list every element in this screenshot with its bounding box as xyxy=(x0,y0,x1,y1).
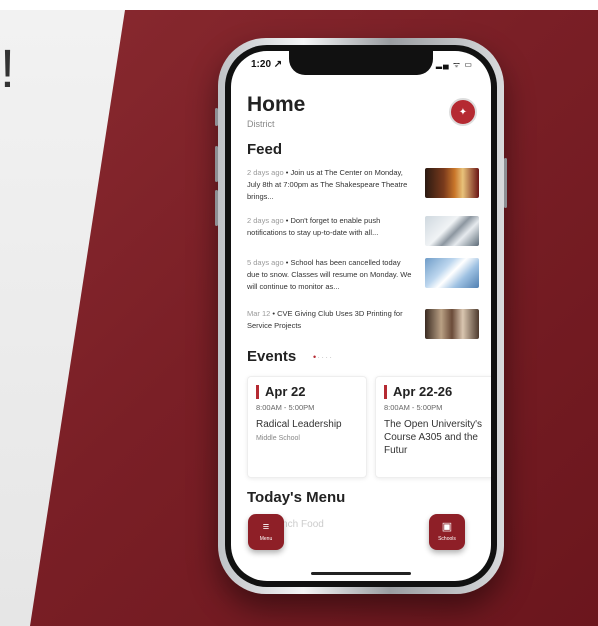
feed-section-title: Feed xyxy=(247,141,283,158)
volume-down-button xyxy=(215,190,218,226)
status-icons: ▂▄ ᯤ ▭ xyxy=(435,60,473,69)
feed-item[interactable]: 5 days ago • School has been cancelled t… xyxy=(247,257,479,297)
volume-up-button xyxy=(215,146,218,182)
menu-section-title: Today's Menu xyxy=(247,489,346,506)
events-pagination-dots[interactable]: •···· xyxy=(313,352,333,362)
feed-item-thumbnail xyxy=(425,258,479,288)
power-button xyxy=(504,158,507,208)
menu-button[interactable]: ≡ Menu xyxy=(248,514,284,550)
schools-button[interactable]: ▣ Schools xyxy=(429,514,465,550)
app-screen: 1:20 ↗ ▂▄ ᯤ ▭ Home District ✦ Feed 2 day… xyxy=(231,51,491,581)
event-name: The Open University's Course A305 and th… xyxy=(384,419,483,456)
page-subtitle: District xyxy=(247,119,275,129)
feed-item-body: • CVE Giving Club Uses 3D Printing for S… xyxy=(247,309,403,330)
feed-item[interactable]: Mar 12 • CVE Giving Club Uses 3D Printin… xyxy=(247,308,479,348)
event-date: Apr 22-26 xyxy=(384,385,452,399)
feed-item-thumbnail xyxy=(425,309,479,339)
feed-item-text: Mar 12 • CVE Giving Club Uses 3D Printin… xyxy=(247,308,412,332)
page-title: Home xyxy=(247,93,306,116)
feed-item-meta: Mar 12 xyxy=(247,309,271,318)
feed-item[interactable]: 2 days ago • Don't forget to enable push… xyxy=(247,215,479,255)
phone-mockup: 1:20 ↗ ▂▄ ᯤ ▭ Home District ✦ Feed 2 day… xyxy=(215,38,507,594)
feed-item-meta: 5 days ago xyxy=(247,258,284,267)
feed-item-meta: 2 days ago xyxy=(247,216,284,225)
active-dot: • xyxy=(313,352,318,362)
feed-item[interactable]: 2 days ago • Join us at The Center on Mo… xyxy=(247,167,479,207)
event-name: Radical Leadership xyxy=(256,419,342,430)
event-time: 8:00AM - 5:00PM xyxy=(384,403,443,412)
event-time: 8:00AM - 5:00PM xyxy=(256,403,315,412)
feed-item-thumbnail xyxy=(425,168,479,198)
feed-item-text: 2 days ago • Don't forget to enable push… xyxy=(247,215,412,239)
status-time: 1:20 ↗ xyxy=(251,59,283,70)
feed-item-text: 5 days ago • School has been cancelled t… xyxy=(247,257,412,293)
home-indicator[interactable] xyxy=(311,572,411,575)
school-building-icon: ▣ xyxy=(441,521,453,533)
feed-item-text: 2 days ago • Join us at The Center on Mo… xyxy=(247,167,412,203)
mute-switch xyxy=(215,108,218,126)
event-date: Apr 22 xyxy=(256,385,305,399)
hamburger-icon: ≡ xyxy=(262,521,270,533)
schools-button-label: Schools xyxy=(438,536,456,542)
event-card[interactable]: Apr 22-26 8:00AM - 5:00PM The Open Unive… xyxy=(375,376,491,478)
feed-item-meta: 2 days ago xyxy=(247,168,284,177)
event-card[interactable]: Apr 22 8:00AM - 5:00PM Radical Leadershi… xyxy=(247,376,367,478)
feed-item-thumbnail xyxy=(425,216,479,246)
district-logo-icon[interactable]: ✦ xyxy=(449,98,477,126)
event-location: Middle School xyxy=(256,435,300,442)
events-section-title: Events xyxy=(247,348,297,365)
phone-notch xyxy=(289,51,433,75)
menu-button-label: Menu xyxy=(259,536,273,542)
headline-fragment: ! xyxy=(0,39,16,99)
